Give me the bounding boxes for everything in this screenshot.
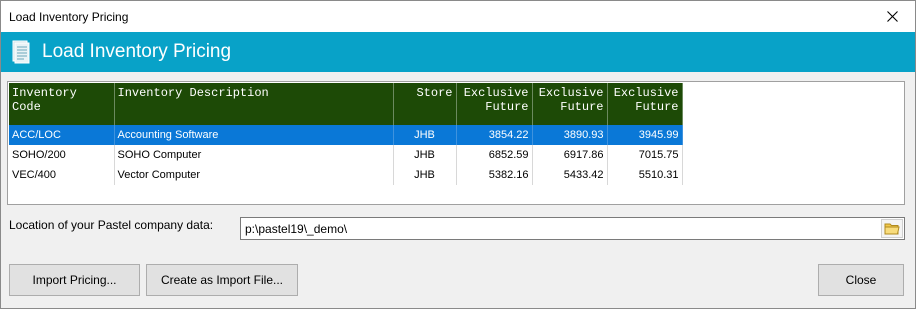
close-button[interactable]: Close — [818, 264, 904, 296]
window-title: Load Inventory Pricing — [9, 10, 129, 24]
title-bar: Load Inventory Pricing — [1, 1, 915, 32]
cell-store[interactable]: JHB — [393, 145, 457, 165]
cell-exclusive-future-2[interactable]: 3890.93 — [532, 125, 608, 145]
location-input[interactable] — [241, 218, 881, 239]
header-banner: Load Inventory Pricing — [1, 32, 915, 72]
column-header-exclusive-future-3[interactable]: Exclusive Future — [607, 83, 683, 125]
pricing-table: Inventory Code Inventory Description Sto… — [9, 83, 683, 185]
column-header-store[interactable]: Store — [393, 83, 457, 125]
cell-exclusive-future-2[interactable]: 5433.42 — [532, 165, 608, 185]
close-window-button[interactable] — [869, 1, 915, 32]
table-row[interactable]: ACC/LOC Accounting Software JHB 3854.22 3890… — [9, 125, 683, 145]
column-header-exclusive-future-2[interactable]: Exclusive Future — [532, 83, 608, 125]
cell-inventory-code[interactable]: VEC/400 — [9, 165, 115, 185]
table-row[interactable]: SOHO/200 SOHO Computer JHB 6852.59 6917.86 70… — [9, 145, 683, 165]
document-icon — [12, 40, 30, 64]
location-field — [240, 217, 905, 240]
cell-inventory-description[interactable]: Accounting Software — [114, 125, 394, 145]
table-row[interactable]: VEC/400 Vector Computer JHB 5382.16 5433.42 5… — [9, 165, 683, 185]
cell-exclusive-future-1[interactable]: 3854.22 — [456, 125, 533, 145]
import-pricing-button[interactable]: Import Pricing... — [9, 264, 140, 296]
column-header-inventory-code[interactable]: Inventory Code — [9, 83, 115, 125]
cell-inventory-code[interactable]: SOHO/200 — [9, 145, 115, 165]
cell-store[interactable]: JHB — [393, 165, 457, 185]
column-header-exclusive-future-1[interactable]: Exclusive Future — [456, 83, 533, 125]
cell-exclusive-future-3[interactable]: 7015.75 — [607, 145, 683, 165]
close-icon — [886, 11, 898, 22]
banner-title: Load Inventory Pricing — [42, 41, 232, 62]
cell-exclusive-future-1[interactable]: 5382.16 — [456, 165, 533, 185]
cell-exclusive-future-2[interactable]: 6917.86 — [532, 145, 608, 165]
create-import-file-button[interactable]: Create as Import File... — [146, 264, 298, 296]
pricing-grid[interactable]: Inventory Code Inventory Description Sto… — [7, 81, 905, 205]
location-label: Location of your Pastel company data: — [9, 218, 214, 232]
cell-inventory-description[interactable]: Vector Computer — [114, 165, 394, 185]
cell-exclusive-future-3[interactable]: 5510.31 — [607, 165, 683, 185]
cell-inventory-description[interactable]: SOHO Computer — [114, 145, 394, 165]
browse-folder-button[interactable] — [881, 219, 903, 238]
column-header-inventory-description[interactable]: Inventory Description — [114, 83, 394, 125]
dialog-window: Load Inventory Pricing Load Inventory Pr… — [0, 0, 916, 309]
cell-exclusive-future-1[interactable]: 6852.59 — [456, 145, 533, 165]
cell-exclusive-future-3[interactable]: 3945.99 — [607, 125, 683, 145]
folder-icon — [884, 223, 900, 235]
cell-store[interactable]: JHB — [393, 125, 457, 145]
cell-inventory-code[interactable]: ACC/LOC — [9, 125, 115, 145]
table-header-row: Inventory Code Inventory Description Sto… — [9, 83, 683, 125]
